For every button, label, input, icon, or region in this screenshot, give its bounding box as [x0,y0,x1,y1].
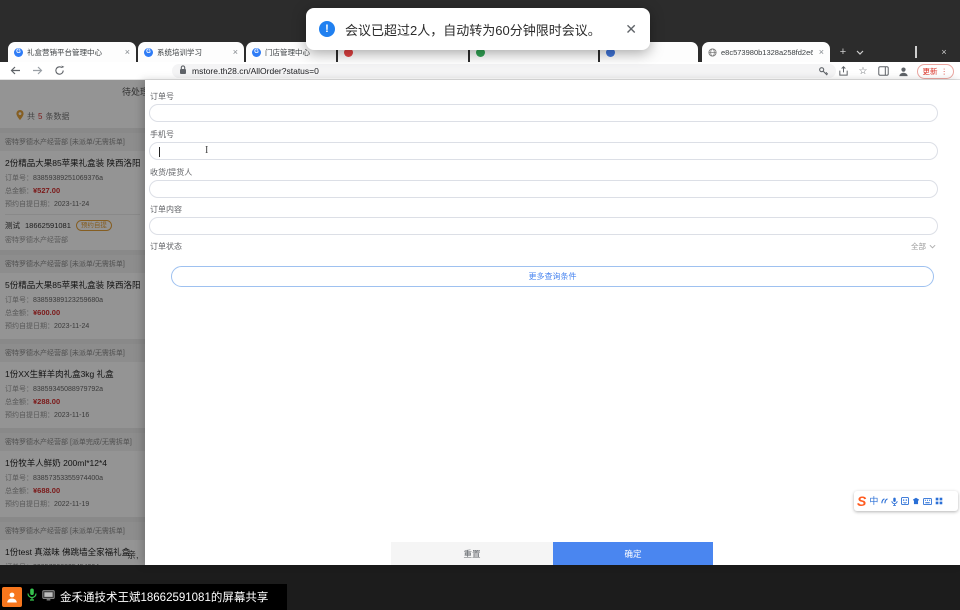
order-no-input[interactable] [149,104,938,122]
site-favicon: G [144,47,153,57]
order-content-field-label: 订单内容 [150,205,182,214]
tab-close-icon[interactable]: × [233,47,238,57]
tab-title: e8c573980b1328a258fd2e618 [721,47,813,57]
toast-close-icon[interactable]: ✕ [625,21,637,38]
tab-training[interactable]: G 系统培训学习 × [138,42,244,62]
tab-close-icon[interactable]: × [125,47,130,57]
side-panel-icon[interactable] [877,65,890,78]
screen: G 礼盒营销平台管理中心 × G 系统培训学习 × G 门店管理中心 e8c57… [0,0,960,610]
url-field[interactable]: mstore.th28.cn/AllOrder?status=0 [172,64,836,78]
receiver-input[interactable] [149,180,938,198]
globe-icon [708,47,717,57]
toast-message: 会议已超过2人，自动转为60分钟限时会议。 [345,22,601,38]
share-icon[interactable] [837,65,850,78]
order-content-input[interactable] [149,217,938,235]
back-icon[interactable] [8,64,22,78]
order-no-field-label: 订单号 [150,92,174,101]
phone-input[interactable]: I [149,142,938,160]
bookmark-star-icon[interactable]: ☆ [857,65,870,78]
order-status-field-label: 订单状态 [150,242,182,251]
tab-title: 礼盒营销平台管理中心 [27,47,102,57]
key-icon[interactable] [817,65,830,78]
window-controls: × [854,42,956,62]
voice-input-icon[interactable] [891,497,898,506]
update-label: 更新 [922,66,938,76]
skin-icon[interactable] [912,497,920,505]
chevron-down-icon [929,242,936,251]
url-text: mstore.th28.cn/AllOrder?status=0 [192,66,319,76]
keyboard-icon[interactable] [923,497,933,505]
ibeam-cursor: I [205,145,209,156]
reset-button[interactable]: 重置 [391,542,553,565]
screen-share-indicator[interactable]: 金禾通技术王斌18662591081的屏幕共享 [0,584,287,610]
order-status-select[interactable]: 全部 [911,241,936,252]
site-favicon: G [252,47,261,57]
more-conditions-button[interactable]: 更多查询条件 [171,266,934,287]
meeting-toast: ! 会议已超过2人，自动转为60分钟限时会议。 ✕ [306,8,650,50]
screen-share-icon [42,588,55,606]
phone-field-label: 手机号 [150,130,174,139]
address-bar: mstore.th28.cn/AllOrder?status=0 ☆ 更新 ⋮ [0,62,960,80]
receiver-field-label: 收货/提货人 [150,168,193,177]
chinese-mode-icon[interactable]: 中 [869,496,878,506]
tab-meeting-id[interactable]: e8c573980b1328a258fd2e618 × [702,42,830,62]
order-query-drawer: 订单号 手机号 I 收货/提货人 订单内容 订单状态 全部 更多查询条件 重置 … [145,80,960,565]
reload-icon[interactable] [52,64,66,78]
screen-share-label: 金禾通技术王斌18662591081的屏幕共享 [60,592,269,604]
order-status-value: 全部 [911,242,926,251]
forward-icon[interactable] [30,64,44,78]
chevron-down-icon[interactable] [854,47,866,57]
lock-icon [179,62,187,80]
mic-icon [27,588,37,606]
window-close-button[interactable]: × [938,47,950,57]
punctuation-icon[interactable] [881,497,889,505]
profile-avatar-icon[interactable] [897,65,910,78]
info-icon: ! [319,21,335,37]
new-tab-button[interactable]: + [836,45,850,59]
toolbox-icon[interactable] [935,497,943,505]
tab-title: 系统培训学习 [157,47,202,57]
emoji-picker-icon[interactable] [901,497,910,505]
sogou-ime-toolbar[interactable]: S 中 [854,491,958,511]
site-favicon: G [14,47,23,57]
kebab-menu-icon[interactable]: ⋮ [941,67,949,76]
chrome-update-button[interactable]: 更新 ⋮ [916,63,954,79]
presenter-avatar-icon [2,587,22,607]
maximize-button[interactable] [910,46,922,58]
text-caret [159,147,160,157]
tab-gift-platform[interactable]: G 礼盒营销平台管理中心 × [8,42,136,62]
page-content: 待处理 共 5 条数据 密特罗德水产经营部 [未派单/无需拆单] 2份精品大果8… [0,80,960,565]
tab-close-icon[interactable]: × [819,47,824,57]
address-bar-actions: ☆ 更新 ⋮ [817,62,960,80]
drawer-footer: 重置 确定 [145,542,960,565]
sogou-logo-icon: S [857,493,867,509]
confirm-button[interactable]: 确定 [553,542,713,565]
